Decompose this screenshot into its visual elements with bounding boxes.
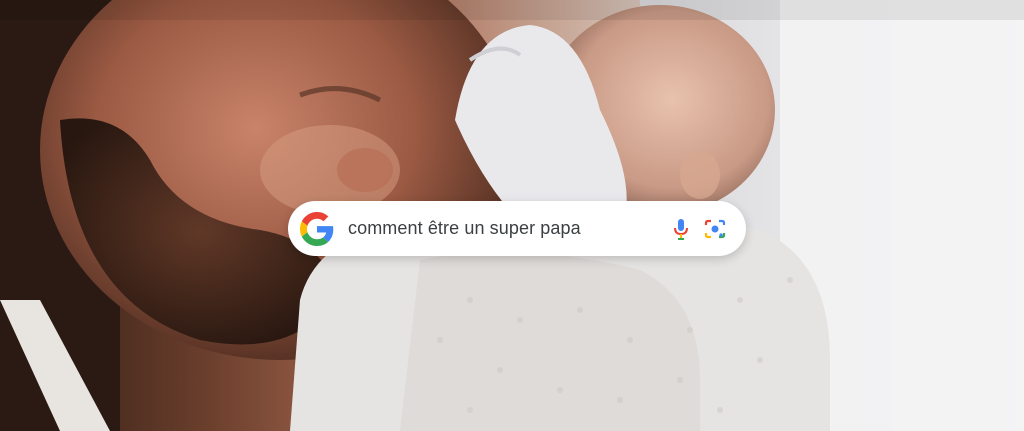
search-bar[interactable]: comment être un super papa [288, 201, 746, 256]
video-frame: comment être un super papa [0, 0, 1024, 431]
camera-lens-icon[interactable] [702, 216, 728, 242]
google-g-icon [300, 211, 334, 246]
search-query-text[interactable]: comment être un super papa [348, 218, 660, 239]
microphone-icon[interactable] [668, 216, 694, 242]
